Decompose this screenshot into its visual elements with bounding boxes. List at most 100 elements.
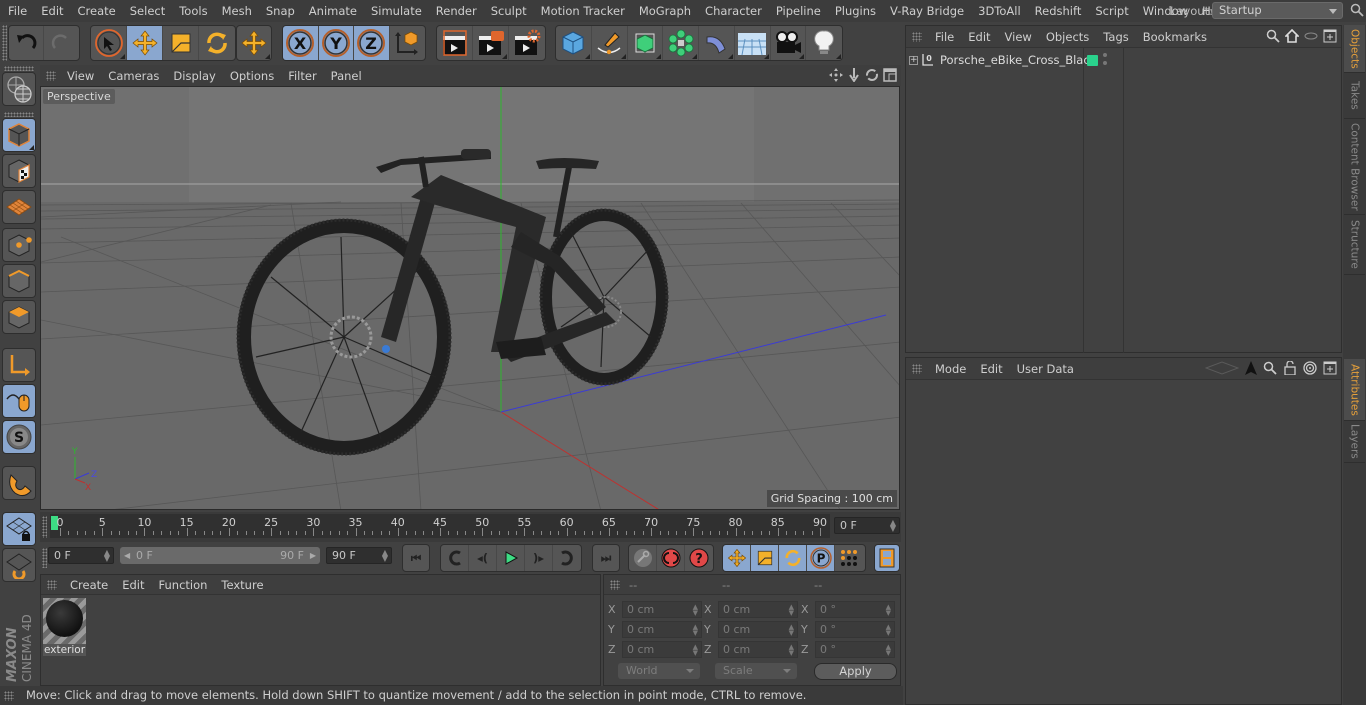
- object-name[interactable]: Porsche_eBike_Cross_Black: [940, 53, 1096, 67]
- start-frame-field[interactable]: 0 F ▲ ▼: [48, 547, 114, 564]
- light-button[interactable]: [806, 26, 842, 60]
- menu-redshift[interactable]: Redshift: [1027, 4, 1088, 18]
- 3d-viewport[interactable]: Y Z X Perspective Grid Spacing : 100 cm: [40, 86, 900, 510]
- rotation-y-field[interactable]: 0 ° ▲ ▼: [815, 621, 895, 638]
- render-to-picture-viewer-button[interactable]: [473, 26, 509, 60]
- menu-animate[interactable]: Animate: [301, 4, 363, 18]
- rotation-x-field[interactable]: 0 ° ▲ ▼: [815, 601, 895, 618]
- objects-menu-tags[interactable]: Tags: [1096, 30, 1135, 44]
- new-window-icon[interactable]: [1323, 29, 1337, 43]
- grip[interactable]: [47, 579, 57, 590]
- timeline-ruler[interactable]: 0 5 10 15 20 25 30 35 40 45 50 55 60 65 70 75 80 85 90: [50, 514, 830, 538]
- timeline-window-button[interactable]: [875, 545, 899, 571]
- viewport-menu-cameras[interactable]: Cameras: [101, 69, 166, 83]
- previous-frame-button[interactable]: ◂(: [469, 545, 497, 571]
- dolly-view-icon[interactable]: [847, 68, 861, 82]
- range-left-arrow[interactable]: ◀: [124, 547, 130, 564]
- y-axis-lock-button[interactable]: Y: [318, 26, 354, 60]
- menu-select[interactable]: Select: [122, 4, 171, 18]
- new-window-icon[interactable]: [1323, 361, 1337, 375]
- up-arrow-icon[interactable]: [1245, 361, 1257, 375]
- end-frame-field[interactable]: 90 F ▲ ▼: [326, 547, 392, 564]
- tab-layers[interactable]: Layers: [1344, 421, 1365, 463]
- target-icon[interactable]: [1303, 361, 1317, 375]
- range-right-arrow[interactable]: ▶: [310, 547, 316, 564]
- play-button[interactable]: [497, 545, 525, 571]
- size-z-field[interactable]: 0 cm ▲ ▼: [718, 641, 798, 658]
- tweak-mode-button[interactable]: [2, 384, 36, 418]
- material-menu-create[interactable]: Create: [63, 578, 115, 592]
- autokey-button[interactable]: [657, 545, 685, 571]
- size-x-field[interactable]: 0 cm ▲ ▼: [718, 601, 798, 618]
- maximize-view-icon[interactable]: [883, 68, 897, 82]
- viewport-menu-display[interactable]: Display: [166, 69, 222, 83]
- search-icon[interactable]: [1263, 361, 1277, 375]
- add-cube-button[interactable]: [556, 26, 592, 60]
- key-rotation-button[interactable]: [779, 545, 807, 571]
- render-visibility-dot[interactable]: [1103, 61, 1107, 65]
- search-icon[interactable]: [1266, 29, 1280, 43]
- menu-create[interactable]: Create: [70, 4, 122, 18]
- menu-render[interactable]: Render: [428, 4, 483, 18]
- attributes-menu-mode[interactable]: Mode: [928, 362, 973, 376]
- layer-color-swatch[interactable]: [1087, 55, 1098, 66]
- home-icon[interactable]: [1285, 29, 1299, 43]
- material-menu-edit[interactable]: Edit: [115, 578, 151, 592]
- pan-view-icon[interactable]: [829, 68, 843, 82]
- viewport-menu-options[interactable]: Options: [223, 69, 281, 83]
- material-swatch[interactable]: exterior: [43, 598, 86, 656]
- render-view-button[interactable]: [437, 26, 473, 60]
- previous-key-button[interactable]: [441, 545, 469, 571]
- objects-menu-edit[interactable]: Edit: [961, 30, 997, 44]
- workplane-reset-button[interactable]: [2, 548, 36, 582]
- tab-structure[interactable]: Structure: [1344, 215, 1365, 275]
- menu-simulate[interactable]: Simulate: [363, 4, 428, 18]
- menu-sculpt[interactable]: Sculpt: [483, 4, 533, 18]
- grip[interactable]: [46, 70, 56, 81]
- floor-button[interactable]: [735, 26, 771, 60]
- objects-menu-file[interactable]: File: [928, 30, 961, 44]
- apply-button[interactable]: Apply: [814, 663, 897, 680]
- viewport-menu-panel[interactable]: Panel: [324, 69, 369, 83]
- next-frame-button[interactable]: )▸: [525, 545, 553, 571]
- go-to-end-button[interactable]: ⏭: [593, 545, 619, 571]
- objects-menu-objects[interactable]: Objects: [1039, 30, 1096, 44]
- x-axis-lock-button[interactable]: X: [283, 26, 319, 60]
- attributes-menu-user-data[interactable]: User Data: [1010, 362, 1081, 376]
- layout-dropdown[interactable]: Startup: [1212, 2, 1343, 19]
- objects-menu-bookmarks[interactable]: Bookmarks: [1136, 30, 1214, 44]
- menu-mograph[interactable]: MoGraph: [631, 4, 697, 18]
- menu-character[interactable]: Character: [697, 4, 768, 18]
- material-menu-function[interactable]: Function: [152, 578, 215, 592]
- tab-objects[interactable]: Objects: [1344, 25, 1365, 73]
- points-mode-button[interactable]: [2, 228, 36, 262]
- go-to-start-button[interactable]: ⏮: [403, 545, 429, 571]
- keyframe-selection-button[interactable]: ?: [685, 545, 713, 571]
- current-frame-field[interactable]: 0 F ▲ ▼: [834, 517, 900, 534]
- solo-mode-button[interactable]: S: [2, 420, 36, 454]
- rotate-view-icon[interactable]: [865, 68, 879, 82]
- move-tool-button[interactable]: [127, 26, 163, 60]
- lock-icon[interactable]: [1283, 361, 1297, 375]
- search-icon[interactable]: [1350, 3, 1364, 17]
- texture-mode-button[interactable]: [2, 154, 36, 188]
- editor-visibility-dot[interactable]: [1103, 53, 1107, 57]
- menu-tools[interactable]: Tools: [171, 4, 213, 18]
- coordinate-type-dropdown[interactable]: Scale: [715, 663, 797, 679]
- camera-button[interactable]: [771, 26, 807, 60]
- history-arrows-icon[interactable]: [1205, 361, 1239, 375]
- model-mode-button[interactable]: [2, 118, 36, 152]
- grip[interactable]: [610, 580, 620, 590]
- position-x-field[interactable]: 0 cm ▲ ▼: [622, 601, 702, 618]
- live-selection-button[interactable]: [91, 26, 127, 60]
- attributes-menu-edit[interactable]: Edit: [973, 362, 1009, 376]
- make-editable-button[interactable]: [2, 72, 36, 106]
- menu-edit[interactable]: Edit: [33, 4, 69, 18]
- grip[interactable]: [912, 363, 922, 374]
- rotation-z-field[interactable]: 0 ° ▲ ▼: [815, 641, 895, 658]
- coordinate-system-button[interactable]: [390, 26, 425, 60]
- viewport-menu-filter[interactable]: Filter: [281, 69, 323, 83]
- undo-button[interactable]: [9, 26, 45, 60]
- next-key-button[interactable]: [553, 545, 581, 571]
- viewport-menu-view[interactable]: View: [60, 69, 101, 83]
